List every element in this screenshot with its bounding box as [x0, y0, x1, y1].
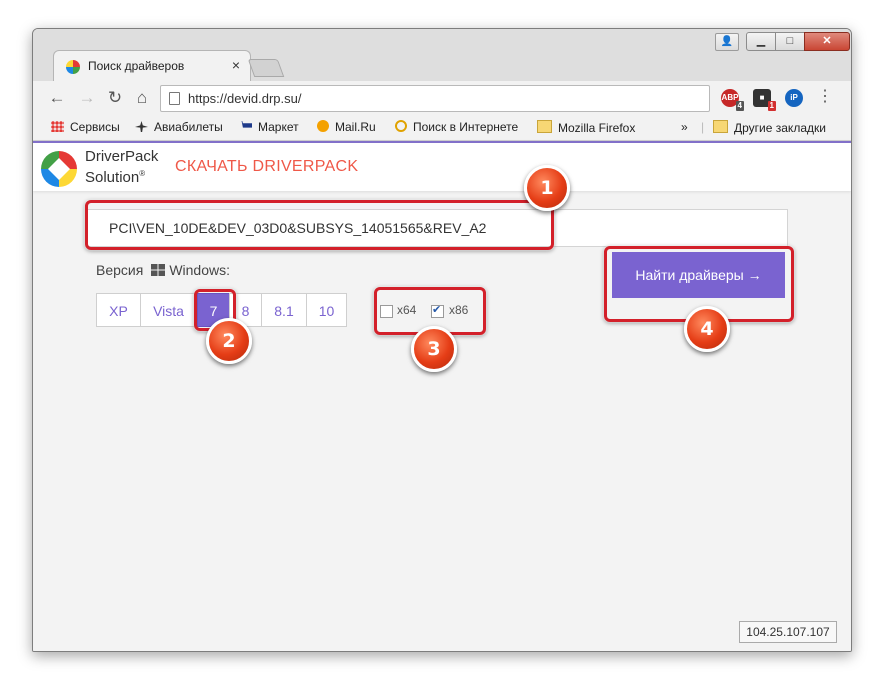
logo-name-line1: DriverPack	[85, 148, 159, 165]
apps-grid-icon	[51, 121, 64, 132]
site-header: DriverPack Solution® СКАЧАТЬ DRIVERPACK	[33, 141, 851, 191]
bookmarks-overflow-button[interactable]: »	[681, 120, 688, 134]
close-window-button[interactable]: ✕	[804, 32, 850, 51]
logo-name-line2: Solution®	[85, 165, 145, 186]
minimize-button[interactable]: ▁	[746, 32, 776, 51]
ip-address-label: 104.25.107.107	[739, 621, 837, 643]
new-tab-button[interactable]	[247, 59, 285, 77]
home-button[interactable]: ⌂	[132, 89, 152, 107]
logo-solution: Solution	[85, 169, 140, 186]
url-text[interactable]: https://devid.drp.su/	[188, 91, 301, 106]
bookmark-label: Сервисы	[70, 120, 120, 134]
bookmark-label: Mail.Ru	[335, 120, 376, 134]
search-icon	[395, 120, 407, 132]
tab-title: Поиск драйверов	[88, 59, 185, 73]
windows-logo-icon	[151, 264, 166, 276]
step-marker-1: 1	[524, 165, 570, 211]
other-bookmarks-label: Другие закладки	[734, 121, 826, 135]
version-vista-button[interactable]: Vista	[140, 293, 197, 327]
bookmark-label: Mozilla Firefox	[558, 121, 636, 135]
bookmark-services[interactable]: Сервисы	[51, 120, 120, 134]
ip-label: iP	[790, 93, 798, 102]
adblock-extension-icon[interactable]: ABP 4	[721, 89, 744, 111]
driverpack-logo-icon[interactable]	[40, 150, 78, 188]
step-marker-2: 2	[206, 318, 252, 364]
at-icon	[317, 120, 329, 132]
version-10-button[interactable]: 10	[306, 293, 347, 327]
version-xp-button[interactable]: XP	[96, 293, 141, 327]
adblock-badge: 4	[735, 101, 744, 111]
back-button[interactable]: ←	[47, 89, 67, 107]
title-bar: Поиск драйверов × 👤 ▁ □ ✕	[33, 29, 851, 82]
windows-label-text: Windows:	[169, 262, 230, 278]
feed-extension-icon[interactable]: ■ 1	[753, 89, 776, 111]
user-profile-icon[interactable]: 👤	[715, 33, 739, 51]
os-version-label: Версия Windows:	[96, 262, 230, 278]
forward-button[interactable]: →	[77, 89, 97, 107]
tab-close-icon[interactable]: ×	[232, 57, 240, 73]
feed-label: ■	[759, 93, 765, 102]
step-marker-4: 4	[684, 306, 730, 352]
folder-icon	[713, 120, 728, 133]
version-8-1-button[interactable]: 8.1	[261, 293, 307, 327]
browser-toolbar: ← → ↻ ⌂ https://devid.drp.su/ ABP 4 ■ 1 iP…	[33, 81, 851, 115]
bookmark-mailru[interactable]: Mail.Ru	[317, 120, 376, 134]
bookmarks-bar: Сервисы Авиабилеты Маркет Mail.Ru Поиск …	[33, 115, 851, 141]
other-bookmarks[interactable]: Другие закладки	[713, 120, 826, 135]
maximize-button[interactable]: □	[775, 32, 805, 51]
bookmark-label: Авиабилеты	[154, 120, 223, 134]
bookmark-label: Поиск в Интернете	[413, 120, 519, 134]
page-info-icon[interactable]	[169, 92, 180, 105]
reload-button[interactable]: ↻	[105, 89, 125, 107]
download-driverpack-link[interactable]: СКАЧАТЬ DRIVERPACK	[175, 158, 358, 176]
feed-badge: 1	[767, 101, 776, 111]
cart-icon	[239, 121, 252, 128]
browser-menu-icon[interactable]: ⋮	[817, 87, 833, 107]
airplane-icon	[135, 121, 148, 132]
browser-tab[interactable]: Поиск драйверов ×	[53, 50, 251, 82]
bookmark-market[interactable]: Маркет	[239, 120, 299, 134]
driverpack-favicon-icon	[66, 60, 80, 74]
step-marker-3: 3	[411, 326, 457, 372]
highlight-device-id	[85, 200, 554, 250]
bookmark-search[interactable]: Поиск в Интернете	[395, 120, 518, 134]
bookmark-label: Маркет	[258, 120, 299, 134]
bookmark-firefox[interactable]: Mozilla Firefox	[537, 120, 635, 135]
bookmark-avia[interactable]: Авиабилеты	[135, 120, 223, 134]
ip-extension-icon[interactable]: iP	[785, 89, 803, 107]
bookmarks-divider: |	[701, 120, 705, 134]
address-bar[interactable]: https://devid.drp.su/	[160, 85, 710, 112]
folder-icon	[537, 120, 552, 133]
version-label-text: Версия	[96, 262, 144, 278]
registered-mark: ®	[139, 169, 146, 178]
